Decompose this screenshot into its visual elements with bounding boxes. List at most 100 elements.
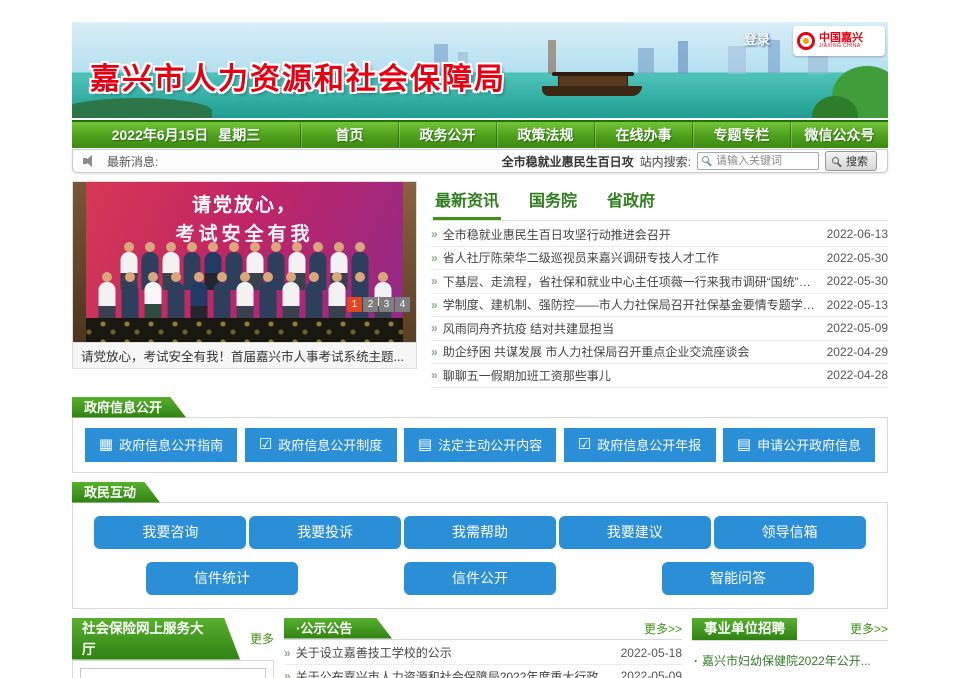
news-panel: 最新资讯 国务院 省政府 » 全市稳就业惠民生百日攻坚行动推进会召开 2022-… bbox=[431, 181, 888, 388]
social-items: 个人(单位)社保证明打印 办事指南 bbox=[72, 660, 274, 678]
photo-slideshow: 请党放心， 考试安全有我 1 2 3 4 请党放心 bbox=[72, 181, 417, 388]
notice-more-link[interactable]: 更多>> bbox=[644, 620, 682, 637]
doc-check-icon: ☑ bbox=[259, 437, 272, 452]
login-link[interactable]: 登录 bbox=[744, 29, 770, 48]
search-icon bbox=[832, 157, 839, 164]
social-panel-title: 社会保险网上服务大厅 bbox=[72, 618, 240, 660]
need-help-button[interactable]: 我需帮助 bbox=[404, 516, 556, 549]
tab-state-council[interactable]: 国务院 bbox=[527, 183, 579, 220]
nav-item-home[interactable]: 首页 bbox=[300, 122, 398, 148]
search-button[interactable]: 搜索 bbox=[825, 151, 877, 171]
smart-qa-button[interactable]: 智能问答 bbox=[662, 562, 814, 595]
recruit-panel-title: 事业单位招聘 bbox=[692, 618, 797, 640]
gov-info-section-title: 政府信息公开 bbox=[72, 397, 186, 418]
photo-banner-line1: 请党放心， bbox=[73, 192, 416, 221]
social-cert-print-item[interactable]: 个人(单位)社保证明打印 bbox=[80, 668, 266, 678]
leader-mailbox-button[interactable]: 领导信箱 bbox=[714, 516, 866, 549]
main-nav: 2022年6月15日 星期三 首页 政务公开 政策法规 在线办事 专题专栏 微信… bbox=[72, 120, 888, 148]
carpet-graphic bbox=[73, 318, 416, 342]
hot-topic-text[interactable]: 全市稳就业惠民生百日攻 bbox=[502, 153, 634, 170]
news-tabs: 最新资讯 国务院 省政府 bbox=[431, 181, 888, 221]
doc-check-icon: ☑ bbox=[578, 437, 591, 452]
weekday-text: 星期三 bbox=[218, 125, 260, 145]
news-row[interactable]: » 聊聊五一假期加班工资那些事儿 2022-04-28 bbox=[431, 364, 888, 388]
mail-stats-button[interactable]: 信件统计 bbox=[146, 562, 298, 595]
site-search-label: 站内搜索: bbox=[640, 153, 691, 170]
search-input[interactable] bbox=[697, 152, 819, 170]
nav-item-wechat[interactable]: 微信公众号 bbox=[790, 122, 888, 148]
public-notice-panel: ·公示公告 更多>> » 关于设立嘉善技工学校的公示 2022-05-18 » … bbox=[284, 618, 682, 678]
recruit-row[interactable]: 2022年嘉兴市属事业单位公开... bbox=[692, 674, 888, 678]
pager-3[interactable]: 3 bbox=[379, 297, 394, 312]
notice-row[interactable]: » 关于设立嘉善技工学校的公示 2022-05-18 bbox=[284, 642, 682, 666]
slideshow-pager: 1 2 3 4 bbox=[347, 297, 410, 312]
slideshow-photo[interactable]: 请党放心， 考试安全有我 1 2 3 4 bbox=[72, 181, 417, 343]
arrow-icon: » bbox=[431, 321, 438, 335]
logo-ring-icon bbox=[797, 32, 815, 50]
page-container: 嘉兴市人力资源和社会保障局 登录 中国嘉兴 JIAXING CHINA 2022… bbox=[72, 22, 888, 678]
mail-public-button[interactable]: 信件公开 bbox=[404, 562, 556, 595]
logo-en-text: JIAXING CHINA bbox=[819, 44, 863, 49]
social-more-link[interactable]: 更多 bbox=[250, 630, 274, 647]
arrow-icon: » bbox=[431, 251, 438, 265]
news-ticker-bar: 最新消息: 全市稳就业惠民生百日攻 站内搜索: 搜索 bbox=[72, 149, 888, 173]
tab-latest-news[interactable]: 最新资讯 bbox=[433, 183, 501, 220]
recruitment-panel: 事业单位招聘 更多>> 嘉兴市妇幼保健院2022年公开... 2022年嘉兴市属… bbox=[692, 618, 888, 678]
arrow-icon: » bbox=[431, 345, 438, 359]
arrow-icon: » bbox=[431, 368, 438, 382]
notice-panel-title: ·公示公告 bbox=[284, 618, 392, 639]
apply-disclosure-button[interactable]: ▤ 申请公开政府信息 bbox=[723, 428, 875, 462]
jiaxing-logo[interactable]: 中国嘉兴 JIAXING CHINA bbox=[793, 26, 885, 56]
arrow-icon: » bbox=[431, 274, 438, 288]
interaction-section: 政民互动 我要咨询 我要投诉 我需帮助 我要建议 领导信箱 信件统计 信件公开 … bbox=[72, 482, 888, 609]
arrow-icon: » bbox=[284, 669, 291, 678]
nav-item-policy[interactable]: 政策法规 bbox=[496, 122, 594, 148]
gov-info-system-button[interactable]: ☑ 政府信息公开制度 bbox=[245, 428, 397, 462]
shore-graphic bbox=[72, 98, 212, 118]
notice-list: » 关于设立嘉善技工学校的公示 2022-05-18 » 关于公布嘉兴市人力资源… bbox=[284, 639, 682, 678]
site-banner: 嘉兴市人力资源和社会保障局 登录 中国嘉兴 JIAXING CHINA bbox=[72, 22, 888, 118]
nav-item-gov-open[interactable]: 政务公开 bbox=[398, 122, 496, 148]
arrow-icon: » bbox=[284, 646, 291, 660]
date-text: 2022年6月15日 bbox=[112, 125, 209, 145]
gov-info-buttons: ▦ 政府信息公开指南 ☑ 政府信息公开制度 ▤ 法定主动公开内容 ☑ 政府信息公… bbox=[72, 417, 888, 473]
speaker-icon bbox=[83, 155, 99, 167]
pager-2[interactable]: 2 bbox=[363, 297, 378, 312]
nav-date: 2022年6月15日 星期三 bbox=[72, 122, 300, 148]
social-insurance-panel: 社会保险网上服务大厅 更多 个人(单位)社保证明打印 办事指南 bbox=[72, 618, 274, 678]
pager-4[interactable]: 4 bbox=[395, 297, 410, 312]
wall-graphic bbox=[403, 182, 416, 342]
arrow-icon: » bbox=[431, 227, 438, 241]
tab-provincial-gov[interactable]: 省政府 bbox=[605, 183, 657, 220]
complaint-button[interactable]: 我要投诉 bbox=[249, 516, 401, 549]
news-row[interactable]: » 风雨同舟齐抗疫 结对共建显担当 2022-05-09 bbox=[431, 317, 888, 341]
notice-row[interactable]: » 关于公布嘉兴市人力资源和社会保障局2022年度重大行政决策事... 2022… bbox=[284, 665, 682, 678]
legal-disclosure-button[interactable]: ▤ 法定主动公开内容 bbox=[404, 428, 556, 462]
ticker-label: 最新消息: bbox=[107, 153, 158, 170]
news-row[interactable]: » 全市稳就业惠民生百日攻坚行动推进会召开 2022-06-13 bbox=[431, 223, 888, 247]
news-row[interactable]: » 助企纾困 共谋发展 市人力社保局召开重点企业交流座谈会 2022-04-29 bbox=[431, 341, 888, 365]
gov-info-section: 政府信息公开 ▦ 政府信息公开指南 ☑ 政府信息公开制度 ▤ 法定主动公开内容 … bbox=[72, 397, 888, 473]
news-list: » 全市稳就业惠民生百日攻坚行动推进会召开 2022-06-13 » 省人社厅陈… bbox=[431, 223, 888, 388]
slideshow-caption[interactable]: 请党放心，考试安全有我！首届嘉兴市人事考试系统主题... bbox=[72, 343, 417, 369]
interaction-buttons: 我要咨询 我要投诉 我需帮助 我要建议 领导信箱 信件统计 信件公开 智能问答 bbox=[72, 502, 888, 609]
boat-graphic bbox=[542, 70, 642, 96]
news-row[interactable]: » 学制度、建机制、强防控——市人力社保局召开社保基金要情专题学习会 2022-… bbox=[431, 294, 888, 318]
news-row[interactable]: » 省人社厅陈荣华二级巡视员来嘉兴调研专技人才工作 2022-05-30 bbox=[431, 247, 888, 271]
grid-icon: ▦ bbox=[99, 437, 113, 452]
pager-1[interactable]: 1 bbox=[347, 297, 362, 312]
consult-button[interactable]: 我要咨询 bbox=[94, 516, 246, 549]
site-title: 嘉兴市人力资源和社会保障局 bbox=[90, 54, 506, 98]
recruit-row[interactable]: 嘉兴市妇幼保健院2022年公开... bbox=[692, 647, 888, 674]
nav-item-special[interactable]: 专题专栏 bbox=[692, 122, 790, 148]
recruit-more-link[interactable]: 更多>> bbox=[850, 620, 888, 637]
recruit-list: 嘉兴市妇幼保健院2022年公开... 2022年嘉兴市属事业单位公开... 20… bbox=[692, 640, 888, 678]
nav-item-online[interactable]: 在线办事 bbox=[594, 122, 692, 148]
gov-info-guide-button[interactable]: ▦ 政府信息公开指南 bbox=[85, 428, 237, 462]
search-icon bbox=[702, 156, 709, 163]
suggestion-button[interactable]: 我要建议 bbox=[559, 516, 711, 549]
interaction-section-title: 政民互动 bbox=[72, 482, 160, 503]
book-icon: ▤ bbox=[418, 437, 432, 452]
news-row[interactable]: » 下基层、走流程，省社保和就业中心主任项薇一行来我市调研“国统”上线情况 20… bbox=[431, 270, 888, 294]
annual-report-button[interactable]: ☑ 政府信息公开年报 bbox=[564, 428, 716, 462]
